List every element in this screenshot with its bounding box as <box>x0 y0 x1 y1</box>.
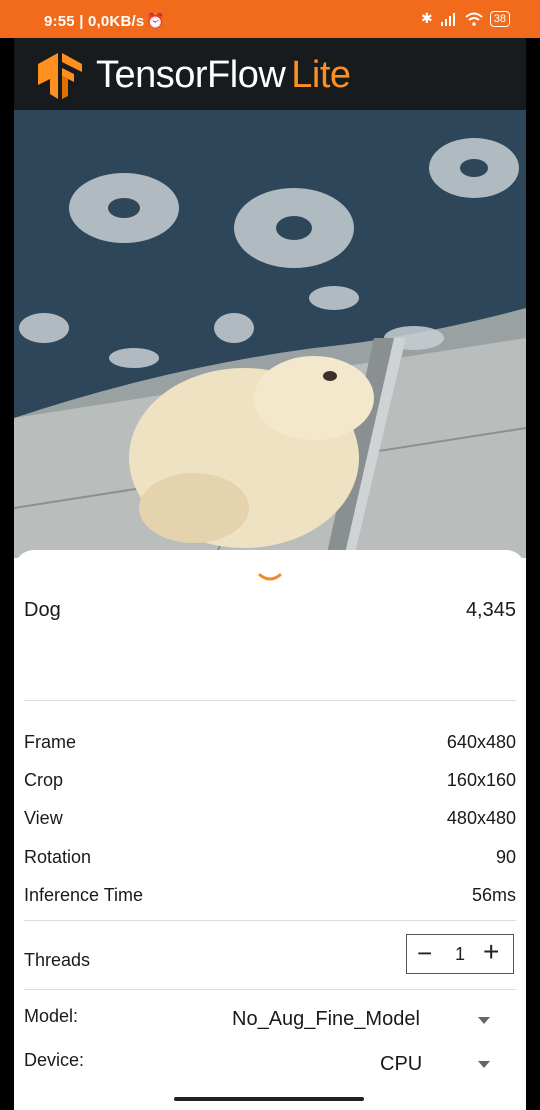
signal-icon <box>440 12 455 26</box>
threads-decrement-button[interactable]: − <box>417 939 432 967</box>
model-value: No_Aug_Fine_Model <box>232 1008 420 1030</box>
info-label: Crop <box>24 770 64 790</box>
threads-stepper: − 1 + <box>406 934 514 974</box>
threads-increment-button[interactable]: + <box>483 938 499 966</box>
result-label: Dog <box>24 599 61 621</box>
result-score: 4,345 <box>465 599 516 621</box>
status-bar: 9:55 | 0,0KB/s ⏰ ✱ 38 <box>0 0 540 38</box>
alarm-icon: ⏰ <box>146 13 165 30</box>
divider <box>24 989 516 990</box>
gesture-nav-handle[interactable] <box>174 1097 364 1101</box>
divider <box>24 920 516 921</box>
brand-accent: Lite <box>291 54 351 96</box>
info-value: 160x160 <box>446 770 516 790</box>
divider <box>24 700 516 701</box>
model-select[interactable]: No_Aug_Fine_Model <box>224 1006 504 1036</box>
bluetooth-icon: ✱ <box>421 10 433 26</box>
device-label: Device: <box>24 1050 85 1070</box>
bottom-sheet: Dog 4,345 Frame 640x480 Crop 160x160 Vie… <box>14 550 526 1110</box>
model-label: Model: <box>24 1006 79 1026</box>
app-frame: TensorFlow Lite Dog 4,345 Frame 640x480 C… <box>14 38 526 1110</box>
info-value: 640x480 <box>446 732 516 752</box>
caret-down-icon <box>478 1061 490 1068</box>
tensorflow-logo <box>38 53 82 99</box>
info-value: 56ms <box>471 885 516 905</box>
device-select[interactable]: CPU <box>224 1051 504 1081</box>
info-value: 90 <box>495 847 516 867</box>
camera-preview <box>14 38 526 558</box>
info-label: Inference Time <box>24 885 144 905</box>
chevron-down-icon[interactable] <box>258 572 282 586</box>
status-icons: ✱ 38 <box>421 10 510 27</box>
app-title: TensorFlow Lite <box>96 54 351 97</box>
caret-down-icon <box>478 1017 490 1024</box>
info-value: 480x480 <box>446 808 516 828</box>
info-label: Rotation <box>24 847 92 867</box>
app-bar: TensorFlow Lite <box>14 38 526 110</box>
threads-label: Threads <box>24 950 91 970</box>
wifi-icon <box>465 12 483 26</box>
info-label: View <box>24 808 63 828</box>
info-label: Frame <box>24 732 77 752</box>
brand-main: TensorFlow <box>96 54 286 96</box>
threads-value: 1 <box>455 944 466 964</box>
battery-indicator: 38 <box>489 10 510 27</box>
device-value: CPU <box>380 1053 423 1075</box>
status-time: 9:55 | 0,0KB/s <box>44 13 145 30</box>
